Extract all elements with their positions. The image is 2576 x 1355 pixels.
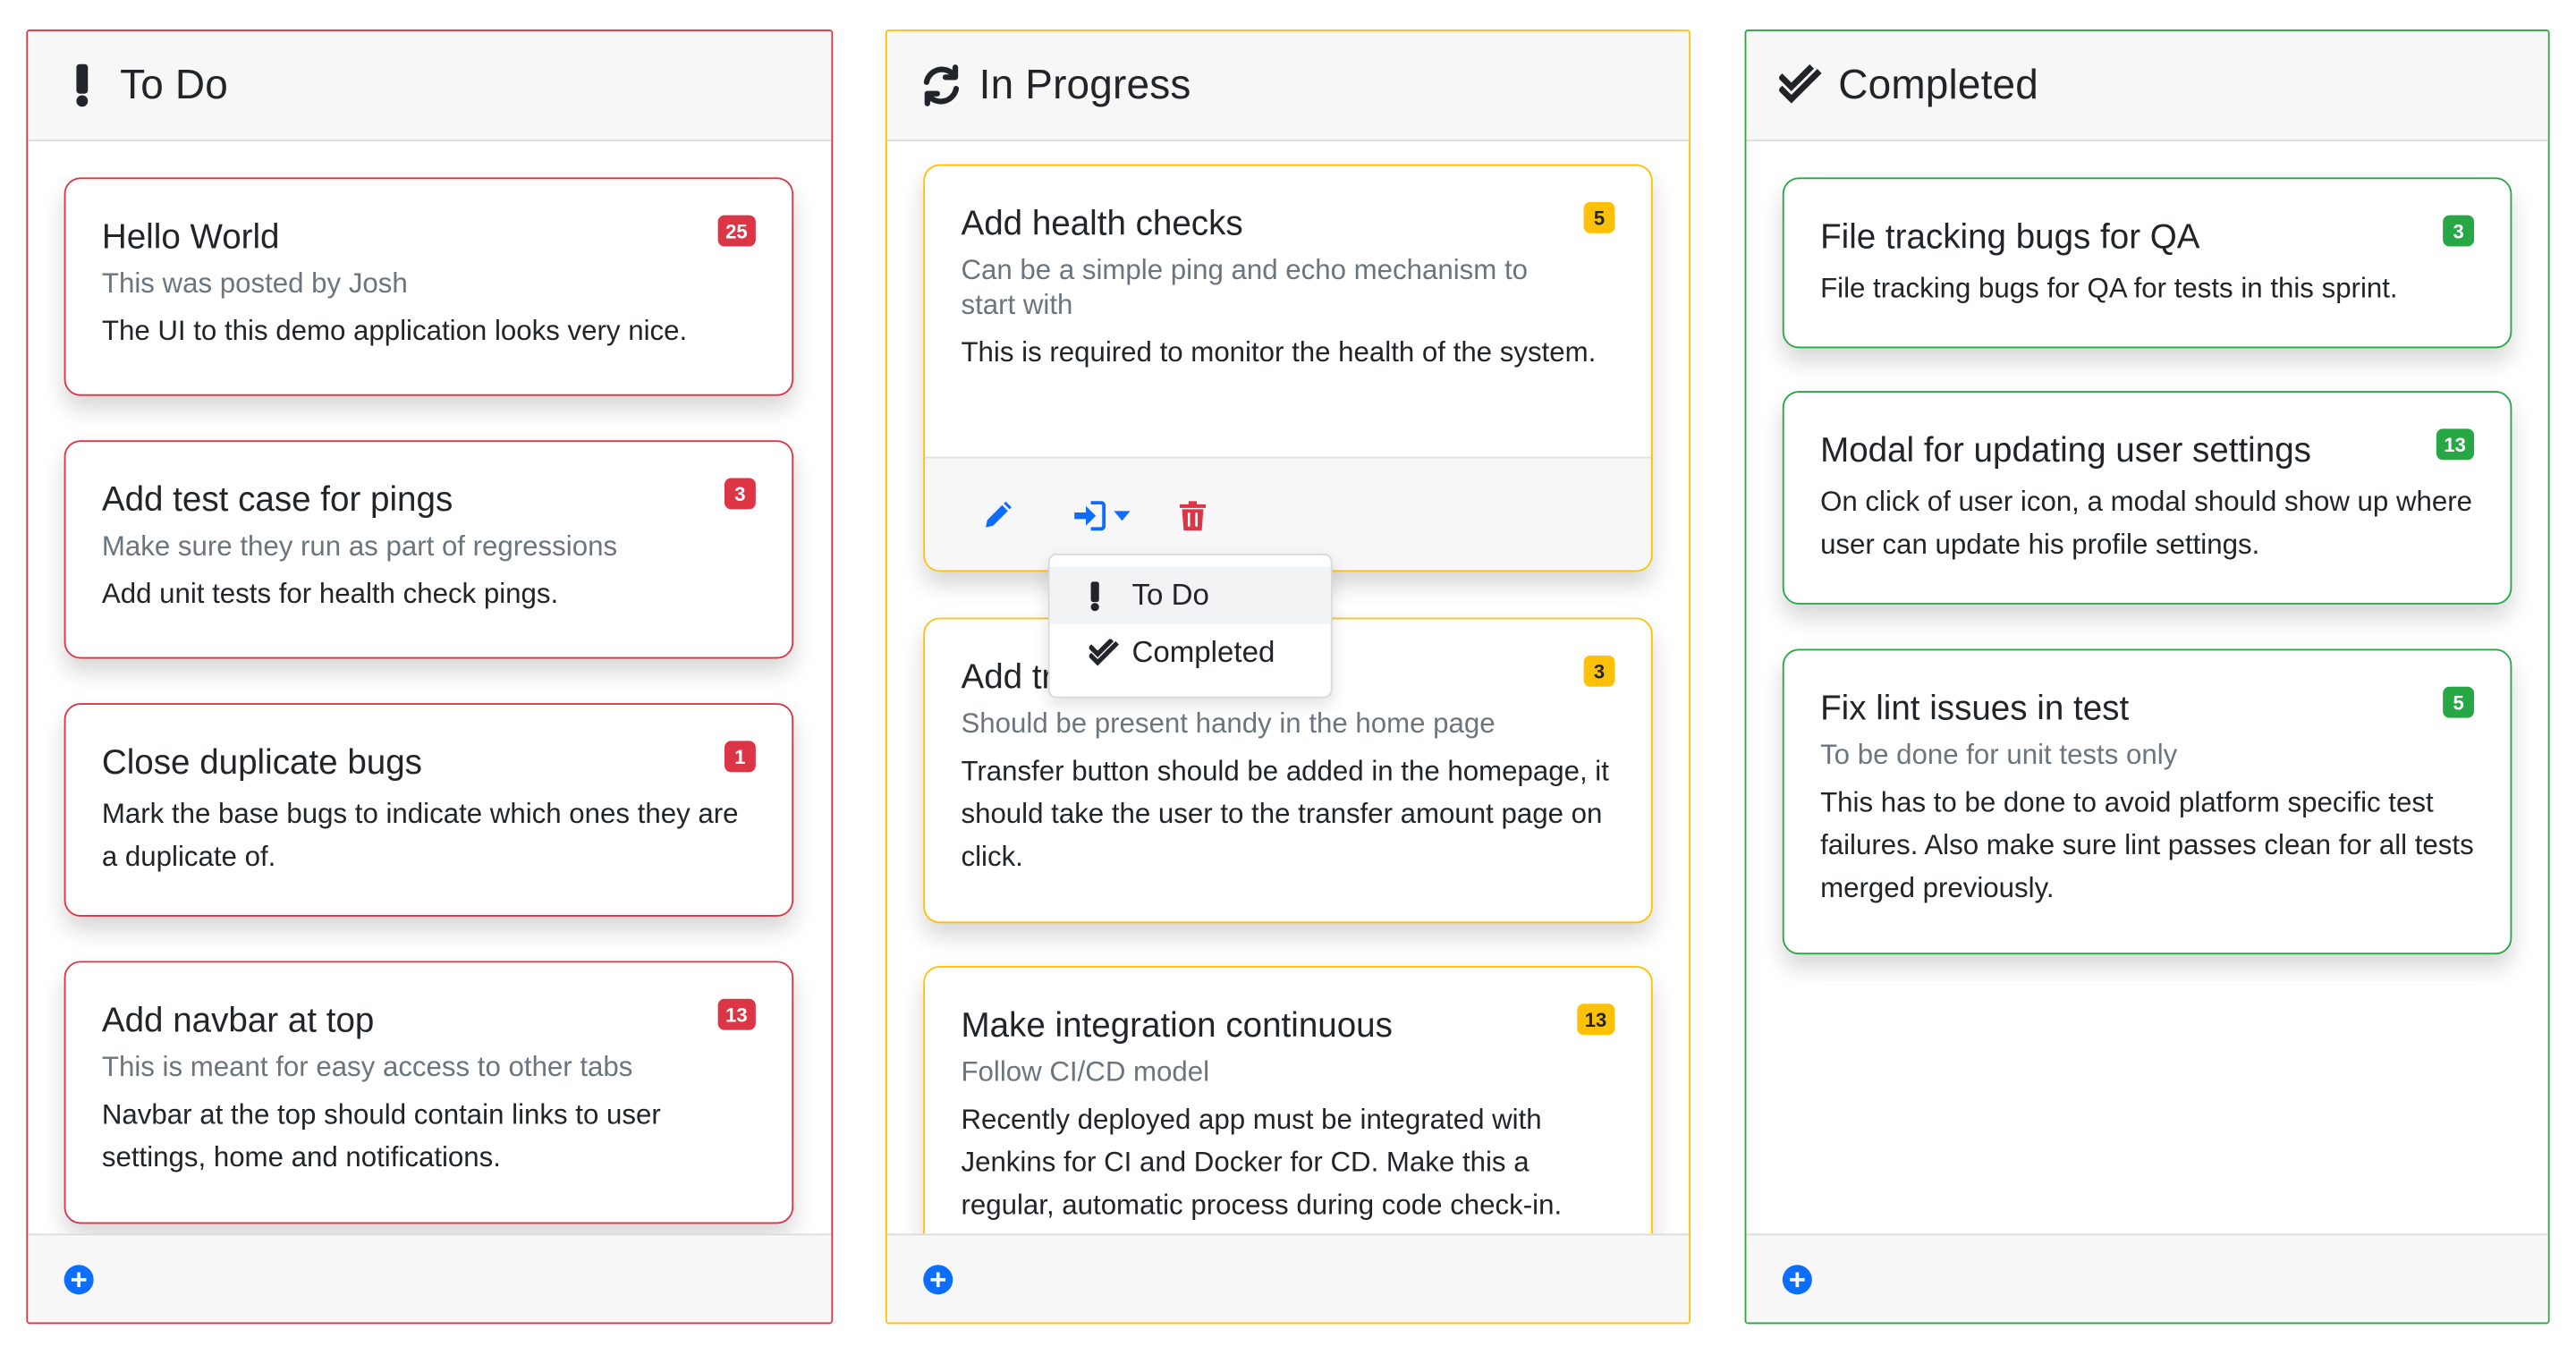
card-text: File tracking bugs for QA for tests in t… xyxy=(1820,272,2398,304)
kanban-board: To Do Hello World 25 This was posted by … xyxy=(0,0,2576,1355)
exclamation-icon xyxy=(1089,580,1123,611)
card-text: Navbar at the top should contain links t… xyxy=(101,1098,661,1173)
points-badge: 13 xyxy=(2436,428,2475,461)
menu-item-move-to-completed[interactable]: Completed xyxy=(1050,624,1331,682)
card-text: This is required to monitor the health o… xyxy=(961,336,1597,368)
points-badge: 3 xyxy=(1583,655,1615,687)
column-title: Completed xyxy=(1838,61,2039,108)
plus-circle-icon[interactable] xyxy=(1782,1265,1812,1295)
plus-circle-icon[interactable] xyxy=(64,1265,94,1295)
double-check-icon xyxy=(1089,639,1123,666)
points-badge: 3 xyxy=(2443,215,2475,247)
column-footer xyxy=(1746,1233,2548,1323)
points-badge: 1 xyxy=(724,741,756,773)
points-badge: 13 xyxy=(716,998,756,1030)
card-title: Close duplicate bugs xyxy=(101,744,422,783)
task-card[interactable]: Fix lint issues in test 5 To be done for… xyxy=(1782,648,2512,955)
column-header: Completed xyxy=(1746,30,2548,141)
menu-item-label: To Do xyxy=(1131,578,1209,612)
double-check-icon xyxy=(1779,64,1822,107)
move-card-dropdown-button[interactable] xyxy=(1068,498,1133,534)
card-title: Make integration continuous xyxy=(961,1006,1393,1046)
pencil-icon[interactable] xyxy=(979,498,1015,534)
move-card-menu: To Do Completed xyxy=(1047,553,1333,699)
card-title: Add health checks xyxy=(961,205,1243,243)
card-title: Fix lint issues in test xyxy=(1820,690,2130,728)
card-list: Hello World 25 This was posted by Josh T… xyxy=(28,141,831,1233)
column-footer xyxy=(886,1233,1690,1323)
move-icon xyxy=(1072,501,1106,531)
points-badge: 5 xyxy=(1583,201,1615,233)
column-header: To Do xyxy=(28,30,832,141)
column-title: To Do xyxy=(120,61,228,108)
card-subtitle: This was posted by Josh xyxy=(101,267,408,300)
task-card[interactable]: Add health checks 5 Can be a simple ping… xyxy=(923,164,1653,572)
task-card[interactable]: File tracking bugs for QA 3 File trackin… xyxy=(1782,177,2512,349)
card-subtitle: Should be present handy in the home page xyxy=(961,707,1496,740)
card-title: Modal for updating user settings xyxy=(1820,432,2311,470)
points-badge: 25 xyxy=(716,215,756,247)
card-list: File tracking bugs for QA 3 File trackin… xyxy=(1746,141,2547,1233)
card-text: Transfer button should be added in the h… xyxy=(961,755,1609,873)
sync-icon xyxy=(920,64,963,107)
card-text: This has to be done to avoid platform sp… xyxy=(1820,786,2474,904)
menu-item-move-to-todo[interactable]: To Do xyxy=(1049,566,1331,624)
menu-item-label: Completed xyxy=(1131,635,1275,669)
exclamation-icon xyxy=(61,64,104,107)
caret-down-icon xyxy=(1113,511,1130,521)
points-badge: 13 xyxy=(1576,1004,1615,1036)
column-header: In Progress xyxy=(886,30,1690,141)
card-title: Add navbar at top xyxy=(101,1002,375,1040)
card-subtitle: Can be a simple ping and echo mechanism … xyxy=(961,254,1529,321)
card-subtitle: To be done for unit tests only xyxy=(1820,739,2178,771)
column-todo: To Do Hello World 25 This was posted by … xyxy=(26,30,834,1325)
column-title: In Progress xyxy=(979,61,1191,108)
card-text: Recently deployed app must be integrated… xyxy=(961,1104,1563,1221)
card-text: Add unit tests for health check pings. xyxy=(101,578,559,610)
task-card[interactable]: Make integration continuous 13 Follow CI… xyxy=(923,965,1653,1234)
task-card[interactable]: Close duplicate bugs 1 Mark the base bug… xyxy=(64,703,794,917)
points-badge: 5 xyxy=(2443,686,2475,718)
card-subtitle: Follow CI/CD model xyxy=(961,1055,1210,1088)
points-badge: 3 xyxy=(724,478,756,510)
plus-circle-icon[interactable] xyxy=(923,1265,953,1295)
card-text: The UI to this demo application looks ve… xyxy=(101,315,688,347)
task-card[interactable]: Modal for updating user settings 13 On c… xyxy=(1782,391,2512,605)
trash-icon[interactable] xyxy=(1174,498,1210,534)
card-title: File tracking bugs for QA xyxy=(1820,218,2200,257)
card-subtitle: Make sure they run as part of regression… xyxy=(101,530,618,563)
card-title: Add test case for pings xyxy=(101,481,453,520)
column-completed: Completed File tracking bugs for QA 3 Fi… xyxy=(1744,30,2550,1325)
column-footer xyxy=(28,1233,832,1323)
card-subtitle: This is meant for easy access to other t… xyxy=(101,1051,633,1083)
card-text: Mark the base bugs to indicate which one… xyxy=(101,798,739,873)
card-text: On click of user icon, a modal should sh… xyxy=(1820,486,2473,561)
task-card[interactable]: Hello World 25 This was posted by Josh T… xyxy=(64,177,794,396)
card-title: Hello World xyxy=(101,218,280,257)
task-card[interactable]: Add navbar at top 13 This is meant for e… xyxy=(64,961,794,1224)
task-card[interactable]: Add test case for pings 3 Make sure they… xyxy=(64,440,794,659)
